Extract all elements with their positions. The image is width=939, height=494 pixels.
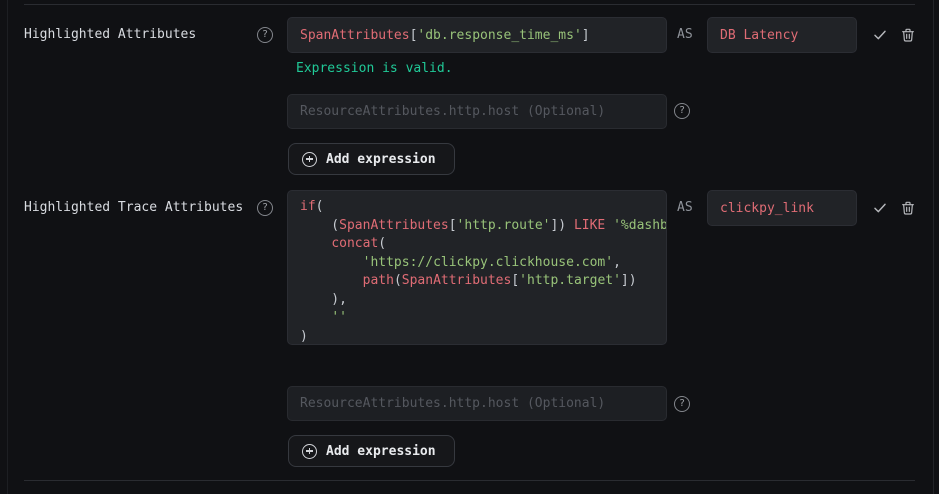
help-icon[interactable]: ? — [257, 27, 273, 43]
expression-input[interactable]: SpanAttributes['db.response_time_ms'] — [287, 17, 667, 53]
expression-textarea[interactable]: if( (SpanAttributes['http.route']) LIKE … — [287, 190, 667, 345]
alias-input[interactable]: DB Latency — [707, 17, 857, 53]
settings-panel: Highlighted Attributes ? SpanAttributes[… — [0, 0, 939, 494]
add-expression-button[interactable]: Add expression — [288, 435, 455, 467]
highlighted-trace-attributes-section: Highlighted Trace Attributes ? if( (Span… — [0, 173, 939, 480]
section-label: Highlighted Attributes — [24, 28, 196, 42]
circle-plus-icon — [302, 444, 317, 459]
add-expression-label: Add expression — [326, 152, 436, 167]
add-expression-label: Add expression — [326, 444, 436, 459]
alias-input[interactable]: clickpy_link — [707, 190, 857, 226]
trash-icon[interactable] — [900, 200, 916, 216]
alias-value: clickpy_link — [720, 201, 814, 216]
url-expression-input[interactable] — [287, 94, 667, 129]
help-icon[interactable]: ? — [257, 200, 273, 216]
trash-icon[interactable] — [900, 27, 916, 43]
section-label: Highlighted Trace Attributes — [24, 201, 243, 215]
validation-message: Expression is valid. — [296, 62, 453, 76]
bottom-divider — [24, 480, 915, 481]
highlighted-attributes-section: Highlighted Attributes ? SpanAttributes[… — [0, 0, 939, 173]
help-icon[interactable]: ? — [674, 396, 690, 412]
alias-value: DB Latency — [720, 28, 798, 43]
as-label: AS — [677, 28, 693, 42]
as-label: AS — [677, 201, 693, 215]
add-expression-button[interactable]: Add expression — [288, 143, 455, 175]
confirm-check-icon[interactable] — [872, 200, 888, 216]
help-icon[interactable]: ? — [674, 103, 690, 119]
circle-plus-icon — [302, 152, 317, 167]
confirm-check-icon[interactable] — [872, 27, 888, 43]
url-expression-input[interactable] — [287, 386, 667, 421]
